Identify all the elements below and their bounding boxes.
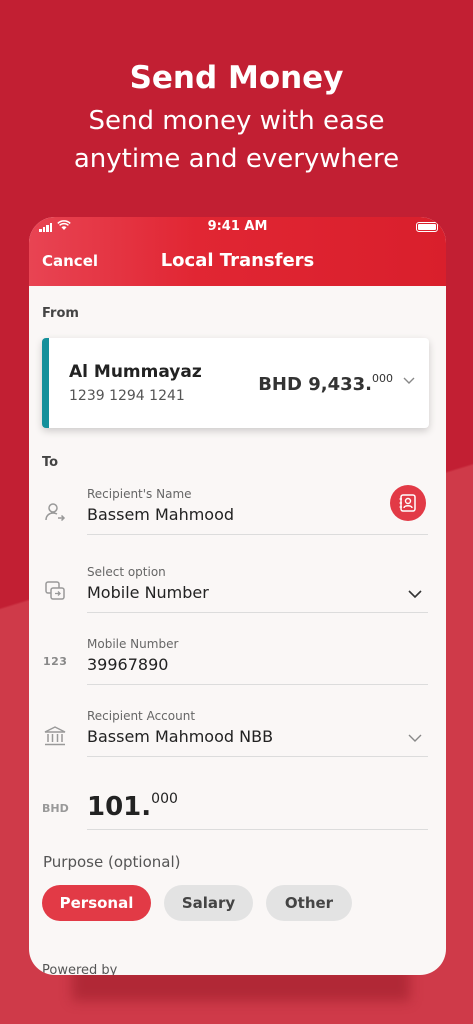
amount-input[interactable]: 101.000	[87, 789, 428, 830]
contacts-book-icon	[399, 494, 416, 512]
chevron-down-icon	[408, 590, 422, 599]
bank-icon	[44, 726, 66, 746]
account-number: 1239 1294 1241	[69, 388, 185, 404]
mobile-number-input[interactable]: Mobile Number 39967890	[87, 637, 428, 685]
app-header: 9:41 AM Cancel Local Transfers	[29, 217, 446, 286]
purpose-chip-other[interactable]: Other	[266, 885, 352, 921]
recipient-name-field[interactable]: Recipient's Name Bassem Mahmood	[87, 485, 428, 535]
hero-title: Send Money	[129, 60, 344, 96]
balance-currency: BHD	[258, 374, 302, 395]
status-time: 9:41 AM	[207, 219, 268, 234]
hero-subtitle: Send money with ease anytime and everywh…	[0, 102, 473, 178]
select-option-label: Select option	[87, 565, 166, 579]
battery-icon	[416, 222, 438, 232]
phone-screen: 9:41 AM Cancel Local Transfers From Al M…	[29, 217, 446, 975]
balance-whole: 9,433.	[308, 374, 372, 395]
mobile-number-label: Mobile Number	[87, 637, 179, 651]
amount-value: 101.000	[87, 791, 178, 822]
user-arrow-icon	[45, 503, 66, 522]
select-option-value: Mobile Number	[87, 583, 209, 602]
hero-subtitle-line2: anytime and everywhere	[73, 144, 400, 174]
recipient-name-value: Bassem Mahmood	[87, 505, 235, 524]
select-option-dropdown[interactable]: Select option Mobile Number	[87, 565, 428, 613]
chevron-down-icon	[403, 377, 415, 384]
amount-whole: 101.	[87, 792, 152, 822]
recipient-account-dropdown[interactable]: Recipient Account Bassem Mahmood NBB	[87, 709, 428, 757]
recipient-account-value: Bassem Mahmood NBB	[87, 727, 274, 746]
powered-by-text: Powered by	[42, 963, 118, 975]
contacts-button[interactable]	[390, 485, 426, 521]
transfer-method-icon	[45, 581, 65, 600]
account-name: Al Mummayaz	[69, 362, 202, 382]
status-bar: 9:41 AM	[29, 219, 446, 235]
from-label: From	[42, 306, 79, 321]
amount-decimal: 000	[151, 791, 178, 807]
hero-subtitle-line1: Send money with ease	[88, 106, 385, 136]
purpose-chip-personal[interactable]: Personal	[42, 885, 151, 921]
mobile-number-value: 39967890	[87, 655, 169, 674]
screen-title: Local Transfers	[160, 250, 315, 271]
purpose-label: Purpose (optional)	[43, 853, 181, 871]
chevron-down-icon	[408, 734, 422, 742]
recipient-name-label: Recipient's Name	[87, 487, 192, 501]
purpose-chip-salary[interactable]: Salary	[164, 885, 253, 921]
amount-currency: BHD	[42, 802, 69, 815]
number-prefix-icon: 123	[43, 655, 68, 668]
recipient-account-label: Recipient Account	[87, 709, 196, 723]
from-account-card[interactable]: Al Mummayaz 1239 1294 1241 BHD 9,433.000	[42, 338, 429, 428]
balance-decimal: 000	[372, 372, 393, 385]
to-label: To	[42, 455, 59, 470]
account-balance: BHD 9,433.000	[258, 372, 393, 395]
